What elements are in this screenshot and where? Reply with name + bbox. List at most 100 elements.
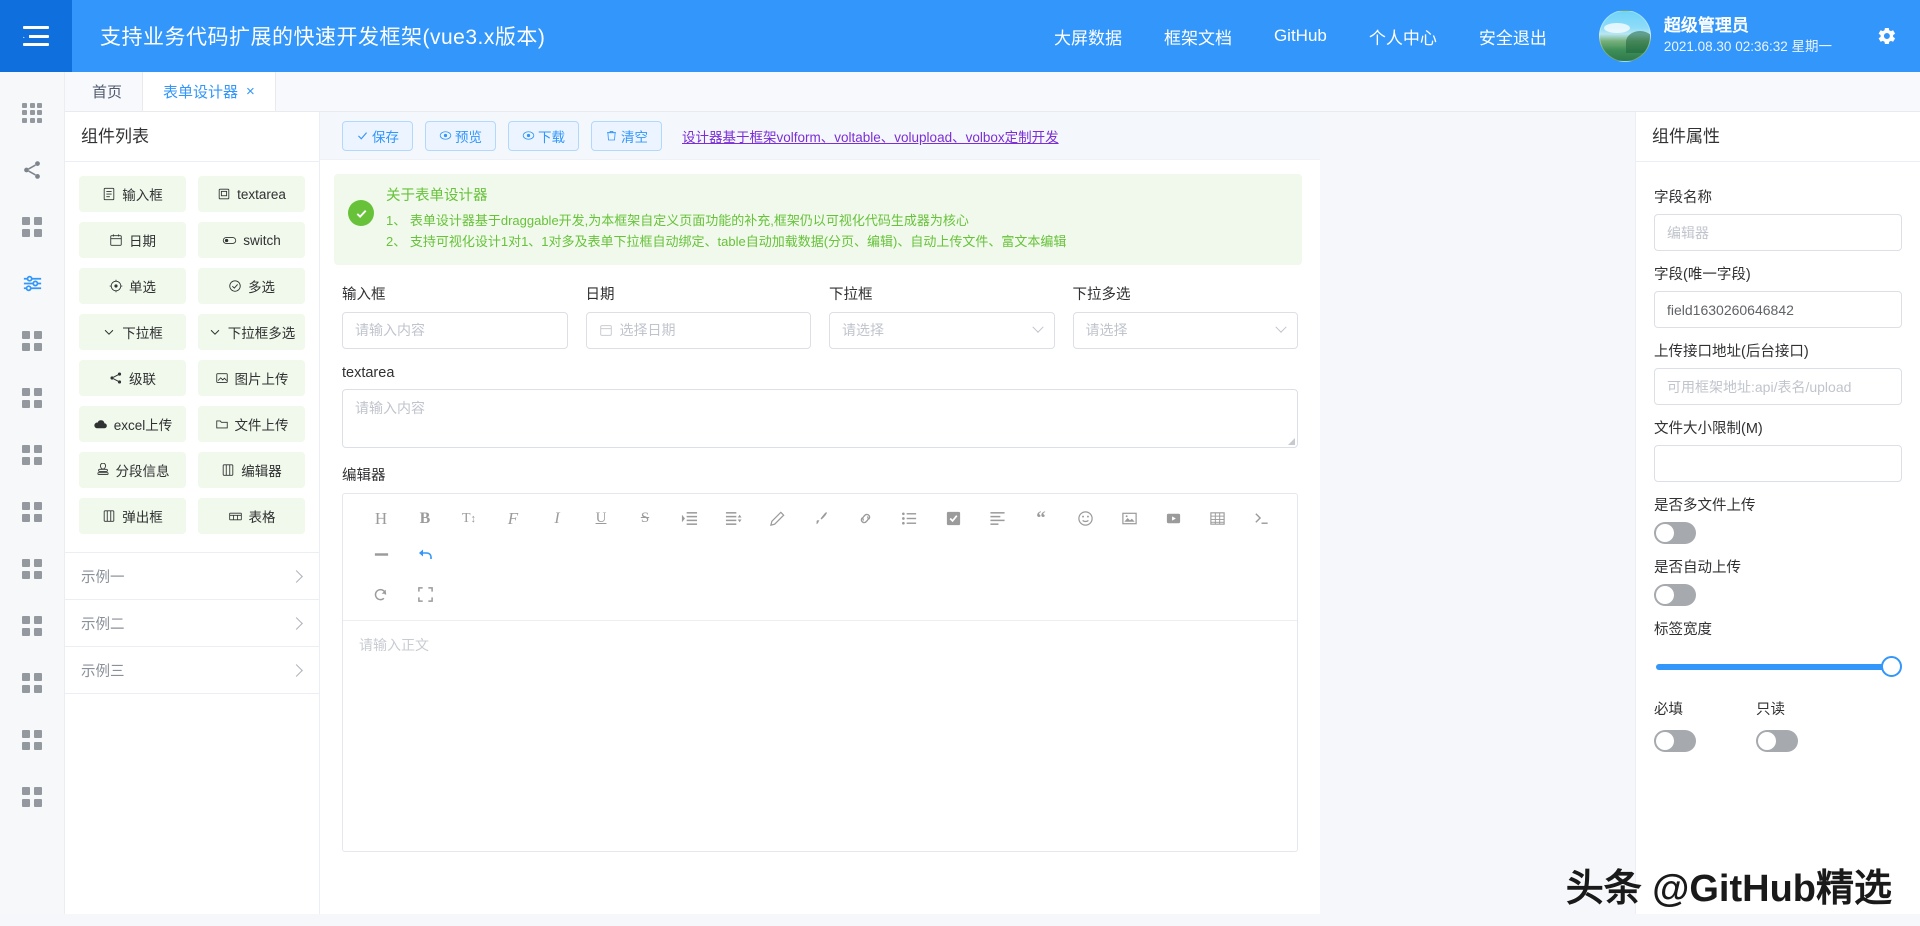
redo-icon[interactable] <box>359 579 403 611</box>
multi-upload-toggle[interactable] <box>1654 522 1696 544</box>
bold-icon[interactable]: B <box>403 503 447 535</box>
clear-button[interactable]: 清空 <box>591 121 662 151</box>
file-size-input[interactable] <box>1654 445 1902 482</box>
undo-icon[interactable] <box>403 539 447 571</box>
textarea-input[interactable]: 请输入内容 <box>342 389 1298 448</box>
divider-icon[interactable] <box>359 539 403 571</box>
rail-item-modules-5[interactable] <box>0 483 64 540</box>
strikethrough-icon[interactable]: S <box>623 503 667 535</box>
field-editor: 编辑器 H B T↕ F I U S <box>334 448 1302 852</box>
component-select-multi[interactable]: 下拉框多选 <box>198 314 305 350</box>
field-select[interactable]: 下拉框 请选择 <box>829 283 1055 349</box>
component-section[interactable]: 分段信息 <box>79 452 186 488</box>
component-date[interactable]: 日期 <box>79 222 186 258</box>
image-icon[interactable] <box>1107 503 1151 535</box>
alert-title: 关于表单设计器 <box>386 184 1066 205</box>
label-width-slider[interactable] <box>1654 646 1902 680</box>
slider-handle[interactable] <box>1881 656 1902 677</box>
settings-button[interactable] <box>1874 24 1898 48</box>
field-key-input[interactable]: field1630260646842 <box>1654 291 1902 328</box>
component-image-upload[interactable]: 图片上传 <box>198 360 305 396</box>
field-date[interactable]: 日期 选择日期 <box>586 283 812 349</box>
text-input[interactable]: 请输入内容 <box>342 312 568 349</box>
component-table[interactable]: 表格 <box>198 498 305 534</box>
font-size-icon[interactable]: T↕ <box>447 503 491 535</box>
collapse-group-example-2[interactable]: 示例二 <box>65 600 319 647</box>
rail-item-modules-8[interactable] <box>0 654 64 711</box>
bullet-list-icon[interactable] <box>887 503 931 535</box>
nav-item-profile[interactable]: 个人中心 <box>1369 24 1437 49</box>
save-button[interactable]: 保存 <box>342 121 413 151</box>
field-input[interactable]: 输入框 请输入内容 <box>342 283 568 349</box>
component-select[interactable]: 下拉框 <box>79 314 186 350</box>
nav-item-github[interactable]: GitHub <box>1274 26 1327 46</box>
component-label: 多选 <box>248 276 275 296</box>
auto-upload-toggle[interactable] <box>1654 584 1696 606</box>
component-file-upload[interactable]: 文件上传 <box>198 406 305 442</box>
preview-button[interactable]: 预览 <box>425 121 496 151</box>
nav-item-logout[interactable]: 安全退出 <box>1479 24 1547 49</box>
close-icon[interactable]: × <box>246 84 255 99</box>
collapse-group-example-3[interactable]: 示例三 <box>65 647 319 694</box>
component-switch[interactable]: switch <box>198 222 305 258</box>
link-icon[interactable] <box>843 503 887 535</box>
field-name-input[interactable]: 编辑器 <box>1654 214 1902 251</box>
properties-body: 字段名称 编辑器 字段(唯一字段) field1630260646842 上传接… <box>1636 162 1920 752</box>
component-excel-upload[interactable]: excel上传 <box>79 406 186 442</box>
align-icon[interactable] <box>975 503 1019 535</box>
rail-item-modules-6[interactable] <box>0 540 64 597</box>
rail-item-modules-4[interactable] <box>0 426 64 483</box>
tab-form-designer[interactable]: 表单设计器 × <box>143 72 276 111</box>
component-dialog[interactable]: 弹出框 <box>79 498 186 534</box>
readonly-toggle[interactable] <box>1756 730 1798 752</box>
component-checkbox[interactable]: 多选 <box>198 268 305 304</box>
rail-item-modules-1[interactable] <box>0 198 64 255</box>
field-select-multi[interactable]: 下拉多选 请选择 <box>1073 283 1299 349</box>
rail-item-modules-2[interactable] <box>0 312 64 369</box>
pen-icon[interactable] <box>755 503 799 535</box>
nav-item-docs[interactable]: 框架文档 <box>1164 24 1232 49</box>
checkbox-icon[interactable] <box>931 503 975 535</box>
underline-icon[interactable]: U <box>579 503 623 535</box>
user-menu[interactable]: 超级管理员 2021.08.30 02:36:32 星期一 <box>1599 10 1832 62</box>
select-multi-input[interactable]: 请选择 <box>1073 312 1299 349</box>
date-input[interactable]: 选择日期 <box>586 312 812 349</box>
component-cascader[interactable]: 级联 <box>79 360 186 396</box>
quote-icon[interactable]: “ <box>1019 503 1063 535</box>
font-family-icon[interactable]: F <box>491 503 535 535</box>
rail-item-share[interactable] <box>0 141 64 198</box>
designer-info-link[interactable]: 设计器基于框架volform、voltable、volupload、volbox… <box>682 126 1059 146</box>
book-icon <box>221 463 235 477</box>
video-icon[interactable] <box>1151 503 1195 535</box>
menu-toggle-button[interactable] <box>0 0 72 72</box>
rail-item-modules-10[interactable] <box>0 768 64 825</box>
code-icon[interactable] <box>1239 503 1283 535</box>
component-radio[interactable]: 单选 <box>79 268 186 304</box>
rail-item-modules-9[interactable] <box>0 711 64 768</box>
field-label: 输入框 <box>342 283 568 304</box>
editor-content-area[interactable]: 请输入正文 <box>343 621 1297 851</box>
emoji-icon[interactable] <box>1063 503 1107 535</box>
component-input[interactable]: 输入框 <box>79 176 186 212</box>
select-input[interactable]: 请选择 <box>829 312 1055 349</box>
tab-home[interactable]: 首页 <box>72 72 143 111</box>
fullscreen-icon[interactable] <box>403 579 447 611</box>
rail-item-modules-7[interactable] <box>0 597 64 654</box>
line-height-icon[interactable] <box>711 503 755 535</box>
rail-item-designer[interactable] <box>0 255 64 312</box>
upload-url-input[interactable]: 可用框架地址:api/表名/upload <box>1654 368 1902 405</box>
italic-icon[interactable]: I <box>535 503 579 535</box>
nav-item-bigscreen[interactable]: 大屏数据 <box>1054 24 1122 49</box>
component-textarea[interactable]: textarea <box>198 176 305 212</box>
brush-icon[interactable] <box>799 503 843 535</box>
heading-icon[interactable]: H <box>359 503 403 535</box>
bottom-toggles: 必填 只读 <box>1654 680 1902 752</box>
component-editor[interactable]: 编辑器 <box>198 452 305 488</box>
collapse-group-example-1[interactable]: 示例一 <box>65 553 319 600</box>
rail-item-modules-3[interactable] <box>0 369 64 426</box>
required-toggle[interactable] <box>1654 730 1696 752</box>
download-button[interactable]: 下载 <box>508 121 579 151</box>
indent-icon[interactable] <box>667 503 711 535</box>
rail-item-apps[interactable] <box>0 84 64 141</box>
table-icon[interactable] <box>1195 503 1239 535</box>
